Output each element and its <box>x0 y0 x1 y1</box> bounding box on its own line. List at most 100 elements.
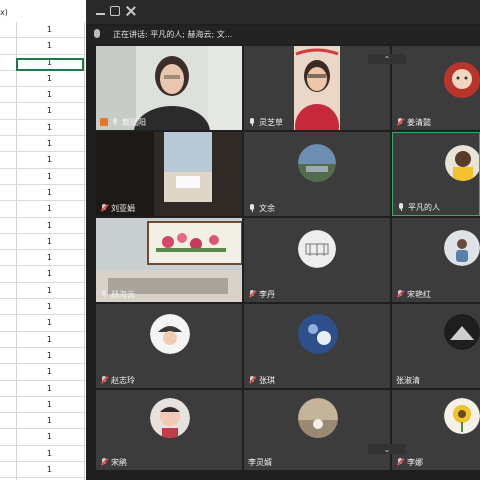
video-tile[interactable]: 刘亚娟 <box>96 132 242 216</box>
mic-muted-icon <box>100 204 108 212</box>
participant-name: 李灵婿 <box>248 457 272 467</box>
video-tile[interactable]: 文余 <box>244 132 390 216</box>
table-row[interactable]: 1 <box>0 234 88 251</box>
mic-muted-icon <box>396 290 404 298</box>
mic-icon <box>397 203 405 211</box>
participant-label: 灵芝草 <box>248 116 283 128</box>
table-row[interactable]: 1 <box>0 315 88 332</box>
table-row[interactable]: 1 <box>0 38 88 55</box>
table-row[interactable]: 1 <box>0 332 88 348</box>
cell-value[interactable]: 1 <box>47 221 52 230</box>
video-tile[interactable]: 宋艳红 <box>392 218 480 302</box>
table-row[interactable]: 1 <box>0 185 88 202</box>
selected-cell[interactable] <box>16 58 84 71</box>
video-tile[interactable]: 张淑清 <box>392 304 480 388</box>
participant-label: 李丹 <box>248 288 275 300</box>
participant-name: 宋艳红 <box>407 289 431 299</box>
table-row[interactable]: 1 <box>0 120 88 137</box>
participant-name: 戴瑞阳 <box>122 117 146 127</box>
cell-value[interactable]: 1 <box>47 106 52 115</box>
scroll-down-icon[interactable]: ⌄ <box>368 444 406 454</box>
table-row[interactable]: 1 <box>0 266 88 283</box>
table-row[interactable]: 1 <box>0 136 88 153</box>
table-row[interactable]: 1 <box>0 462 88 479</box>
cell-value[interactable]: 1 <box>47 432 52 441</box>
table-row[interactable]: 1 <box>0 250 88 267</box>
table-row[interactable]: 1 <box>0 283 88 300</box>
speaking-bar: 正在讲话: 平凡的人; 赫海云; 文... <box>86 26 480 44</box>
cell-value[interactable]: 1 <box>47 41 52 50</box>
avatar <box>150 314 190 354</box>
cell-value[interactable]: 1 <box>47 367 52 376</box>
scroll-up-icon[interactable]: ⌃ <box>368 54 406 64</box>
table-row[interactable]: 1 <box>0 71 88 88</box>
cell-value[interactable]: 1 <box>47 384 52 393</box>
cell-value[interactable]: 1 <box>47 90 52 99</box>
video-tile[interactable]: 赫海云 <box>96 218 242 302</box>
table-row[interactable]: 1 <box>0 218 88 234</box>
video-tile[interactable]: 李灵婿 <box>244 390 390 470</box>
cell-value[interactable]: 1 <box>47 318 52 327</box>
minimize-icon[interactable] <box>96 13 105 15</box>
video-tile[interactable]: 戴瑞阳 <box>96 46 242 130</box>
table-row[interactable]: 1 <box>0 364 88 381</box>
table-row[interactable]: 1 <box>0 397 88 414</box>
close-icon[interactable] <box>126 6 136 16</box>
mic-icon <box>248 118 256 126</box>
table-row[interactable]: 1 <box>0 201 88 218</box>
participant-name: 宋鹃 <box>111 457 127 467</box>
table-row[interactable]: 1 <box>0 22 88 39</box>
participant-name: 李丹 <box>259 289 275 299</box>
cell-value[interactable]: 1 <box>47 286 52 295</box>
cell-value[interactable]: 1 <box>47 449 52 458</box>
table-row[interactable]: 1 <box>0 169 88 185</box>
cell-value[interactable]: 1 <box>47 172 52 181</box>
table-row[interactable]: 1 <box>0 446 88 463</box>
mic-muted-icon <box>100 458 108 466</box>
table-row[interactable]: 1 <box>0 299 88 316</box>
video-tile[interactable]: 张琪 <box>244 304 390 388</box>
cell-value[interactable]: 1 <box>47 74 52 83</box>
cell-value[interactable]: 1 <box>47 237 52 246</box>
cell-value[interactable]: 1 <box>47 465 52 474</box>
video-tile[interactable]: 宋鹃 <box>96 390 242 470</box>
video-tile[interactable]: 李娜 <box>392 390 480 470</box>
participant-label: 李灵婿 <box>248 456 272 468</box>
mic-icon <box>111 118 119 126</box>
table-row[interactable]: 1 <box>0 87 88 104</box>
video-tile[interactable]: 平凡的人 <box>392 132 480 216</box>
table-row[interactable]: 1 <box>0 348 88 365</box>
participant-label: 张琪 <box>248 374 275 386</box>
cell-value[interactable]: 1 <box>47 25 52 34</box>
cell-value[interactable]: 1 <box>47 302 52 311</box>
table-row[interactable]: 1 <box>0 429 88 446</box>
avatar <box>444 398 480 434</box>
cell-value[interactable]: 1 <box>47 335 52 344</box>
cell-value[interactable]: 1 <box>47 123 52 132</box>
cell-value[interactable]: 1 <box>47 416 52 425</box>
avatar <box>298 230 336 268</box>
video-tile[interactable]: 李丹 <box>244 218 390 302</box>
cell-value[interactable]: 1 <box>47 351 52 360</box>
cell-value[interactable]: 1 <box>47 204 52 213</box>
table-row[interactable]: 1 <box>0 381 88 397</box>
participant-label: 文余 <box>248 202 275 214</box>
spreadsheet-panel: x) 1 1 1 1 1 1 1 1 1 1 1 1 1 1 1 1 1 1 1… <box>0 0 88 480</box>
cell-value[interactable]: 1 <box>47 253 52 262</box>
sheet-header-text: x) <box>0 8 8 17</box>
table-row[interactable]: 1 <box>0 103 88 120</box>
participant-label: 宋艳红 <box>396 288 431 300</box>
participant-name: 张琪 <box>259 375 275 385</box>
maximize-icon[interactable] <box>110 6 120 16</box>
cell-value[interactable]: 1 <box>47 188 52 197</box>
participant-name: 平凡的人 <box>408 202 440 212</box>
cell-value[interactable]: 1 <box>47 155 52 164</box>
participant-name: 灵芝草 <box>259 117 283 127</box>
cell-value[interactable]: 1 <box>47 269 52 278</box>
video-tile[interactable]: 赵志玲 <box>96 304 242 388</box>
cell-value[interactable]: 1 <box>47 400 52 409</box>
cell-value[interactable]: 1 <box>47 139 52 148</box>
sheet-rows: 1 1 1 1 1 1 1 1 1 1 1 1 1 1 1 1 1 1 1 1 … <box>0 22 88 479</box>
table-row[interactable]: 1 <box>0 413 88 430</box>
table-row[interactable]: 1 <box>0 152 88 169</box>
